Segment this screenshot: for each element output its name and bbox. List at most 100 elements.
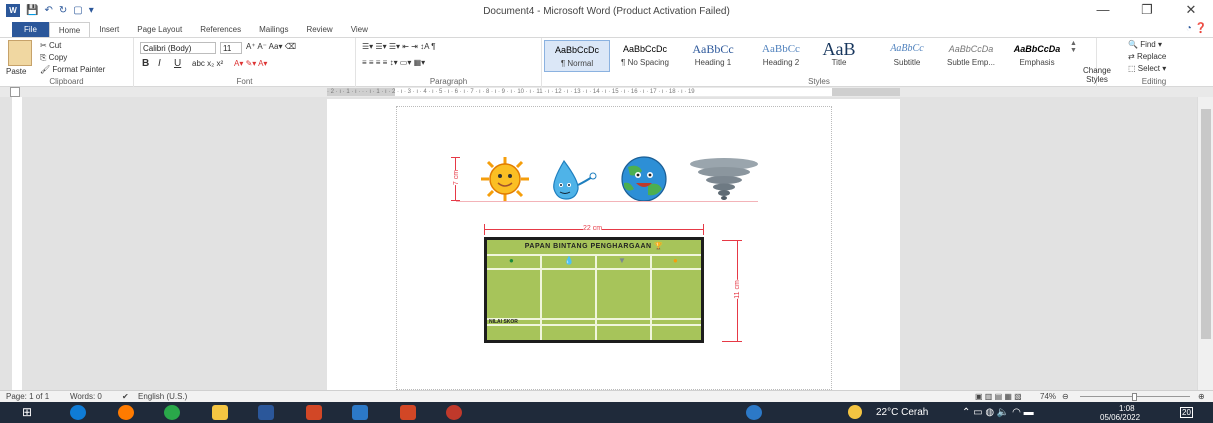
format-painter-button[interactable]: 🖌 Format Painter bbox=[40, 65, 105, 74]
tray-icons[interactable]: ⌃ ▭ ◍ 🔈 ◠ ▬ bbox=[962, 407, 1034, 418]
board-title: PAPAN BINTANG PENGHARGAAN 🏆 bbox=[487, 240, 701, 254]
language[interactable]: English (U.S.) bbox=[138, 392, 187, 401]
word-taskbar-icon[interactable] bbox=[258, 405, 274, 420]
grow-shrink-font-icon[interactable]: A⁺ A⁻ Aa▾ ⌫ bbox=[246, 42, 296, 51]
font-group-label: Font bbox=[236, 77, 253, 86]
water-drop-picture[interactable] bbox=[553, 159, 597, 200]
bold-button[interactable]: B bbox=[142, 58, 149, 69]
ruler-numbers: · 2 · ı · 1 · ı · · · ı · 1 · ı · 2 · ı … bbox=[327, 89, 695, 95]
clipboard-group: Paste ✂ Cut ⎘ Copy 🖌 Format Painter Clip… bbox=[0, 38, 134, 87]
list-indent-icons[interactable]: ☰▾ ☰▾ ☰▾ ⇤ ⇥ ↕A ¶ bbox=[362, 42, 436, 51]
earth-column-icon: ● bbox=[509, 256, 514, 265]
styles-group-label: Styles bbox=[808, 77, 830, 86]
weather-text[interactable]: 22°C Cerah bbox=[876, 407, 928, 418]
zoom-level[interactable]: 74% bbox=[1040, 392, 1056, 401]
paste-icon[interactable] bbox=[8, 40, 32, 66]
tab-references[interactable]: References bbox=[191, 22, 250, 37]
tab-insert[interactable]: Insert bbox=[90, 22, 128, 37]
start-button-icon[interactable]: ⊞ bbox=[22, 405, 32, 419]
zoom-out-icon[interactable]: ⊖ bbox=[1062, 392, 1069, 401]
styles-scroll-icon[interactable]: ▲ ▼ bbox=[1070, 40, 1077, 54]
page-count[interactable]: Page: 1 of 1 bbox=[6, 392, 49, 401]
notification-badge[interactable]: 20 bbox=[1180, 407, 1193, 418]
style-heading-2-name: Heading 2 bbox=[762, 58, 800, 67]
weather-pictures[interactable] bbox=[452, 155, 772, 203]
italic-button[interactable]: I bbox=[158, 58, 161, 69]
style-emphasis[interactable]: AaBbCcDa Emphasis bbox=[1004, 40, 1070, 72]
photos-icon[interactable] bbox=[352, 405, 368, 420]
office-icon[interactable] bbox=[306, 405, 322, 420]
tornado-picture[interactable] bbox=[690, 158, 758, 200]
tab-review[interactable]: Review bbox=[297, 22, 341, 37]
select-label: Select bbox=[1137, 64, 1161, 73]
title-bar: W 💾 ↶ ↻ ▢ ▾ Document4 - Microsoft Word (… bbox=[0, 0, 1213, 22]
tab-file[interactable]: File bbox=[12, 22, 49, 37]
scroll-thumb[interactable] bbox=[1201, 109, 1211, 339]
reward-board[interactable]: PAPAN BINTANG PENGHARGAAN 🏆 ● 💧 ▼ ● NILA… bbox=[484, 237, 704, 343]
replace-label: Replace bbox=[1136, 52, 1167, 61]
vertical-scrollbar[interactable] bbox=[1197, 97, 1213, 390]
zoom-slider-thumb[interactable] bbox=[1132, 393, 1137, 401]
proofing-icon[interactable]: ✔ bbox=[122, 392, 129, 401]
font-size-select[interactable]: 11 bbox=[220, 42, 242, 54]
style-no-spacing-name: ¶ No Spacing bbox=[621, 58, 669, 67]
tab-home[interactable]: Home bbox=[48, 22, 91, 37]
paste-button[interactable]: Paste bbox=[6, 67, 26, 76]
find-button[interactable]: 🔍 Find ▾ bbox=[1128, 40, 1162, 49]
tab-view[interactable]: View bbox=[342, 22, 377, 37]
earth-picture[interactable] bbox=[621, 156, 667, 202]
restore-button[interactable]: ❐ bbox=[1125, 2, 1169, 18]
ruler-scale: · 2 · ı · 1 · ı · · · ı · 1 · ı · 2 · ı … bbox=[327, 88, 900, 96]
weather-icon[interactable] bbox=[848, 405, 862, 419]
firefox-icon[interactable] bbox=[118, 405, 134, 420]
tab-selector[interactable] bbox=[10, 87, 20, 97]
style-normal[interactable]: AaBbCcDc ¶ Normal bbox=[544, 40, 610, 72]
network-app-icon[interactable] bbox=[746, 405, 762, 420]
zoom-in-icon[interactable]: ⊕ bbox=[1198, 392, 1205, 401]
view-mode-icons[interactable]: ▣ ▥ ▤ ▦ ▧ bbox=[975, 392, 1022, 401]
style-title-preview: AaB bbox=[822, 40, 856, 58]
copy-button[interactable]: ⎘ Copy bbox=[40, 53, 67, 63]
text-effects-highlight-color-icon[interactable]: A▾ ✎▾ A▾ bbox=[234, 59, 267, 68]
powerpoint-icon[interactable] bbox=[400, 405, 416, 420]
select-button[interactable]: ⬚ Select ▾ bbox=[1128, 64, 1166, 73]
strip-bottom-line bbox=[456, 201, 758, 202]
style-heading-1[interactable]: AaBbCc Heading 1 bbox=[680, 40, 746, 72]
style-emphasis-name: Emphasis bbox=[1019, 58, 1055, 67]
copy-label: Copy bbox=[48, 53, 68, 62]
file-explorer-icon[interactable] bbox=[212, 405, 228, 420]
word-count[interactable]: Words: 0 bbox=[70, 392, 102, 401]
underline-button[interactable]: U bbox=[174, 58, 181, 69]
strike-sub-super-icon[interactable]: abc x₂ x² bbox=[192, 59, 223, 68]
alignment-icons[interactable]: ≡ ≡ ≡ ≡ ↕▾ ▭▾ ▦▾ bbox=[362, 58, 425, 67]
editing-group-label: Editing bbox=[1141, 77, 1167, 86]
board-line bbox=[650, 254, 652, 340]
close-button[interactable]: ✕ bbox=[1169, 2, 1213, 18]
sun-picture[interactable] bbox=[481, 157, 529, 201]
clock-time[interactable]: 1:08 bbox=[1119, 404, 1135, 413]
style-no-spacing[interactable]: AaBbCcDc ¶ No Spacing bbox=[612, 40, 678, 72]
style-title[interactable]: AaB Title bbox=[806, 40, 872, 72]
edge-icon[interactable] bbox=[70, 405, 86, 420]
clock-date[interactable]: 05/06/2022 bbox=[1100, 413, 1140, 422]
font-name-select[interactable]: Calibri (Body) bbox=[140, 42, 216, 54]
vertical-ruler[interactable] bbox=[12, 97, 22, 390]
windows-taskbar: ⊞ 22°C Cerah ⌃ ▭ ◍ 🔈 ◠ ▬ 1:08 05/06/2022… bbox=[0, 402, 1213, 423]
style-heading-2[interactable]: AaBbCc Heading 2 bbox=[748, 40, 814, 72]
style-subtle-emphasis-preview: AaBbCcDa bbox=[948, 44, 994, 54]
replace-button[interactable]: ⇄ Replace bbox=[1128, 52, 1166, 61]
board-line bbox=[595, 254, 597, 340]
style-subtitle[interactable]: AaBbCc Subtitle bbox=[874, 40, 940, 72]
tab-mailings[interactable]: Mailings bbox=[250, 22, 297, 37]
horizontal-ruler[interactable]: · 2 · ı · 1 · ı · · · ı · 1 · ı · 2 · ı … bbox=[0, 87, 1213, 97]
minimize-button[interactable]: — bbox=[1081, 2, 1125, 18]
font-group: Calibri (Body) 11 A⁺ A⁻ Aa▾ ⌫ B I U abc … bbox=[134, 38, 356, 87]
window-title: Document4 - Microsoft Word (Product Acti… bbox=[483, 6, 730, 17]
clipboard-group-label: Clipboard bbox=[49, 77, 84, 86]
help-icon[interactable]: ◔ ❓ bbox=[1186, 23, 1207, 34]
chrome-icon[interactable] bbox=[164, 405, 180, 420]
tab-page-layout[interactable]: Page Layout bbox=[128, 22, 191, 37]
app-icon[interactable] bbox=[446, 405, 462, 420]
style-subtle-emphasis[interactable]: AaBbCcDa Subtle Emp... bbox=[938, 40, 1004, 72]
cut-button[interactable]: ✂ Cut bbox=[40, 41, 61, 50]
